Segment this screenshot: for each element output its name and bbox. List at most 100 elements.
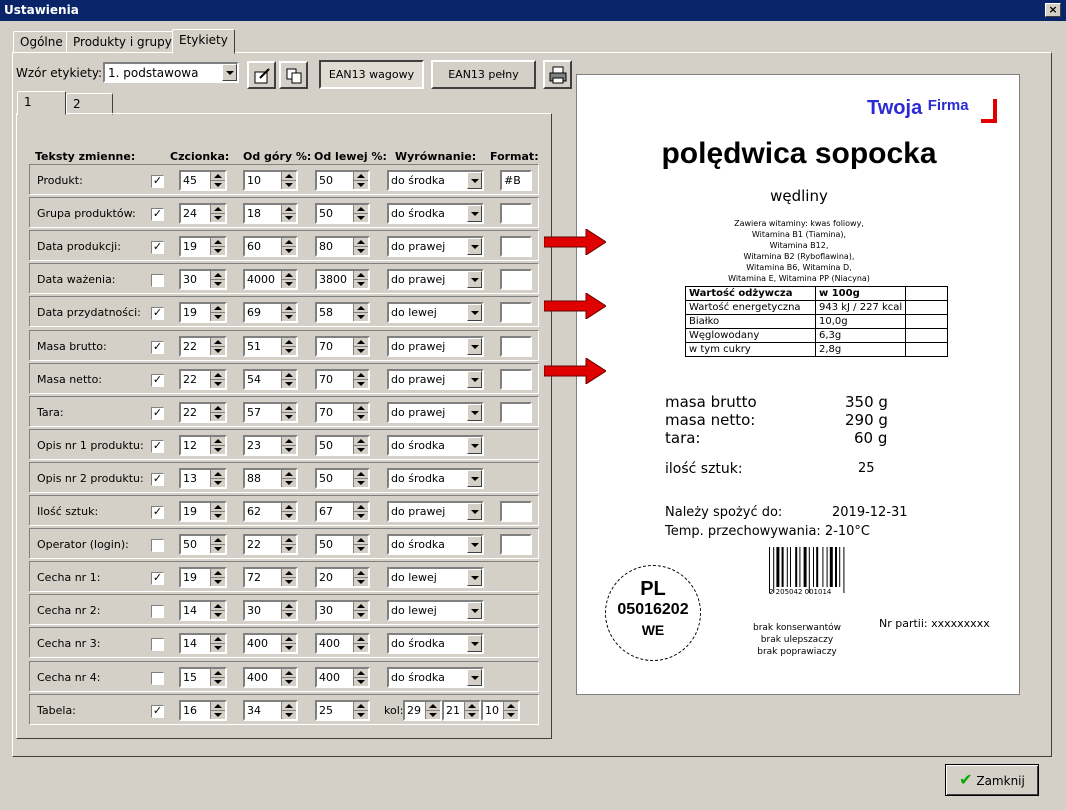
spin-left[interactable]: 400 bbox=[315, 633, 370, 655]
chevron-down-icon[interactable] bbox=[467, 304, 482, 322]
field-visible-checkbox[interactable]: ✓ bbox=[151, 506, 164, 519]
chevron-down-icon[interactable] bbox=[467, 172, 482, 189]
spin-arrows-icon[interactable] bbox=[210, 205, 225, 223]
spin-left[interactable]: 58 bbox=[315, 302, 370, 324]
spin-arrows-icon[interactable] bbox=[353, 569, 368, 587]
spin-left[interactable]: 50 bbox=[315, 203, 370, 225]
spin-arrows-icon[interactable] bbox=[353, 635, 368, 653]
spin-top[interactable]: 72 bbox=[243, 567, 298, 589]
spin-arrows-icon[interactable] bbox=[425, 701, 440, 719]
field-visible-checkbox[interactable]: ✓ bbox=[151, 406, 164, 420]
spin-font[interactable]: 45 bbox=[179, 170, 227, 191]
spin-top[interactable]: 10 bbox=[243, 170, 298, 191]
template-select[interactable]: 1. podstawowa bbox=[103, 62, 239, 83]
spin-left[interactable]: 70 bbox=[315, 368, 370, 390]
align-select[interactable]: do prawej bbox=[387, 401, 484, 423]
subtab-1[interactable]: 1 bbox=[17, 91, 66, 115]
spin-top[interactable]: 34 bbox=[243, 699, 298, 721]
spin-arrows-icon[interactable] bbox=[281, 337, 296, 355]
spin-arrows-icon[interactable] bbox=[281, 304, 296, 322]
spin-font[interactable]: 22 bbox=[179, 401, 227, 423]
print-button[interactable] bbox=[543, 60, 572, 89]
spin-arrows-icon[interactable] bbox=[210, 172, 225, 189]
spin-font[interactable]: 19 bbox=[179, 302, 227, 324]
spin-top[interactable]: 57 bbox=[243, 401, 298, 423]
spin-arrows-icon[interactable] bbox=[281, 172, 296, 189]
field-visible-checkbox[interactable]: ✓ bbox=[151, 241, 164, 255]
spin-arrows-icon[interactable] bbox=[353, 337, 368, 355]
spin-arrows-icon[interactable] bbox=[210, 238, 225, 256]
spin-arrows-icon[interactable] bbox=[353, 503, 368, 520]
chevron-down-icon[interactable] bbox=[467, 370, 482, 388]
chevron-down-icon[interactable] bbox=[467, 536, 482, 554]
spin-left[interactable]: 50 bbox=[315, 434, 370, 456]
spin-font[interactable]: 13 bbox=[179, 467, 227, 489]
spin-top[interactable]: 54 bbox=[243, 368, 298, 390]
spin-left[interactable]: 70 bbox=[315, 401, 370, 423]
spin-arrows-icon[interactable] bbox=[353, 370, 368, 388]
spin-arrows-icon[interactable] bbox=[281, 436, 296, 454]
chevron-down-icon[interactable] bbox=[467, 469, 482, 487]
field-visible-checkbox[interactable]: ✓ bbox=[151, 439, 164, 453]
spin-arrows-icon[interactable] bbox=[281, 238, 296, 256]
field-visible-checkbox[interactable] bbox=[151, 671, 164, 685]
spin-arrows-icon[interactable] bbox=[353, 668, 368, 686]
chevron-down-icon[interactable] bbox=[467, 635, 482, 653]
spin-font[interactable]: 12 bbox=[179, 434, 227, 456]
align-select[interactable]: do środka bbox=[387, 633, 484, 655]
spin-top[interactable]: 88 bbox=[243, 467, 298, 489]
field-visible-checkbox[interactable]: ✓ bbox=[151, 373, 164, 387]
field-visible-checkbox[interactable] bbox=[151, 605, 164, 619]
align-select[interactable]: do środka bbox=[387, 170, 484, 191]
align-select[interactable]: do lewej bbox=[387, 567, 484, 589]
spin-font[interactable]: 22 bbox=[179, 335, 227, 357]
spin-left[interactable]: 25 bbox=[315, 699, 370, 721]
spin-top[interactable]: 4000 bbox=[243, 269, 298, 291]
field-visible-checkbox[interactable]: ✓ bbox=[151, 704, 164, 718]
spin-arrows-icon[interactable] bbox=[210, 602, 225, 620]
spin-arrows-icon[interactable] bbox=[210, 271, 225, 289]
spin-arrows-icon[interactable] bbox=[353, 536, 368, 554]
spin-arrows-icon[interactable] bbox=[210, 635, 225, 653]
spin-arrows-icon[interactable] bbox=[281, 668, 296, 686]
chevron-down-icon[interactable] bbox=[467, 602, 482, 620]
spin-left[interactable]: 70 bbox=[315, 335, 370, 357]
spin-arrows-icon[interactable] bbox=[503, 701, 518, 719]
tab-general[interactable]: Ogólne bbox=[13, 31, 70, 53]
format-input[interactable] bbox=[500, 236, 532, 258]
spin-font[interactable]: 14 bbox=[179, 600, 227, 622]
spin-arrows-icon[interactable] bbox=[210, 569, 225, 587]
align-select[interactable]: do środka bbox=[387, 467, 484, 489]
field-visible-checkbox[interactable]: ✓ bbox=[151, 307, 164, 321]
spin-left[interactable]: 50 bbox=[315, 170, 370, 191]
spin-arrows-icon[interactable] bbox=[353, 304, 368, 322]
spin-arrows-icon[interactable] bbox=[281, 701, 296, 719]
chevron-down-icon[interactable] bbox=[467, 238, 482, 256]
field-visible-checkbox[interactable] bbox=[151, 539, 164, 553]
chevron-down-icon[interactable] bbox=[467, 205, 482, 223]
spin-font[interactable]: 30 bbox=[179, 269, 227, 291]
align-select[interactable]: do prawej bbox=[387, 368, 484, 390]
field-visible-checkbox[interactable]: ✓ bbox=[151, 175, 164, 188]
spin-top[interactable]: 51 bbox=[243, 335, 298, 357]
ean13-full-button[interactable]: EAN13 pełny bbox=[431, 60, 536, 89]
spin-top[interactable]: 30 bbox=[243, 600, 298, 622]
format-input[interactable] bbox=[500, 269, 532, 291]
align-select[interactable]: do środka bbox=[387, 203, 484, 225]
spin-left[interactable]: 400 bbox=[315, 666, 370, 688]
align-select[interactable]: do prawej bbox=[387, 236, 484, 258]
close-window-button[interactable]: × bbox=[1045, 3, 1061, 17]
close-button[interactable]: ✔ Zamknij bbox=[945, 764, 1039, 796]
spin-left[interactable]: 20 bbox=[315, 567, 370, 589]
format-input[interactable] bbox=[500, 501, 532, 522]
spin-arrows-icon[interactable] bbox=[353, 172, 368, 189]
spin-arrows-icon[interactable] bbox=[281, 271, 296, 289]
spin-font[interactable]: 19 bbox=[179, 567, 227, 589]
spin-arrows-icon[interactable] bbox=[281, 403, 296, 421]
spin-top[interactable]: 400 bbox=[243, 666, 298, 688]
format-input[interactable] bbox=[500, 335, 532, 357]
spin-arrows-icon[interactable] bbox=[353, 701, 368, 719]
spin-arrows-icon[interactable] bbox=[210, 701, 225, 719]
spin-kol[interactable]: 10 bbox=[481, 699, 520, 721]
format-input[interactable] bbox=[500, 368, 532, 390]
